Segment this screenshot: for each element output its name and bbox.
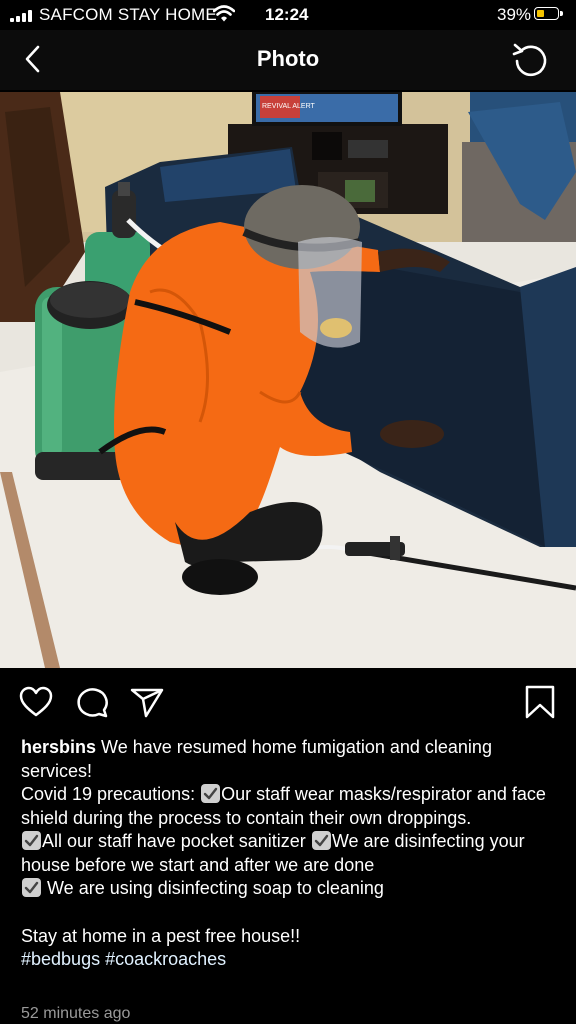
post-timestamp: 52 minutes ago (21, 1005, 131, 1022)
tv-text: REVIVAL ALERT (262, 103, 316, 110)
check-box-icon (22, 878, 41, 897)
caption-line-5: Stay at home in a pest free house!! (21, 925, 301, 946)
caption-line-4: We are using disinfecting soap to cleani… (47, 878, 384, 898)
battery-percent: 39% (497, 5, 532, 24)
post-actions (0, 672, 576, 732)
post-caption: hersbins We have resumed home fumigation… (21, 736, 561, 972)
signal-icon (10, 10, 32, 22)
refresh-icon[interactable] (511, 40, 551, 80)
send-icon[interactable] (129, 685, 165, 719)
heart-icon[interactable] (18, 685, 54, 719)
fumigation-photo-illustration: REVIVAL ALERT (0, 92, 576, 668)
hashtag-link[interactable]: #coackroaches (105, 949, 226, 969)
carrier-name: SAFCOM STAY HOME (39, 5, 217, 24)
check-box-icon (311, 831, 331, 850)
wifi-icon (213, 5, 235, 22)
username-link[interactable]: hersbins (21, 737, 96, 757)
hashtag-link[interactable]: #bedbugs (21, 949, 100, 969)
caption-line-3a: All our staff have pocket sanitizer (42, 831, 306, 851)
check-box-icon (22, 831, 41, 850)
clock: 12:24 (265, 5, 309, 24)
check-box-icon (201, 784, 221, 803)
caption-line-2a: Covid 19 precautions: (21, 784, 196, 804)
battery-level-fill (537, 10, 544, 17)
battery-icon (534, 7, 563, 20)
status-bar: SAFCOM STAY HOME 12:24 39% (0, 0, 576, 30)
page-title: Photo (256, 46, 320, 71)
comment-icon[interactable] (74, 685, 110, 719)
bookmark-icon[interactable] (522, 685, 558, 719)
nav-bar: Photo (0, 30, 576, 90)
post-photo[interactable]: REVIVAL ALERT (0, 92, 576, 668)
